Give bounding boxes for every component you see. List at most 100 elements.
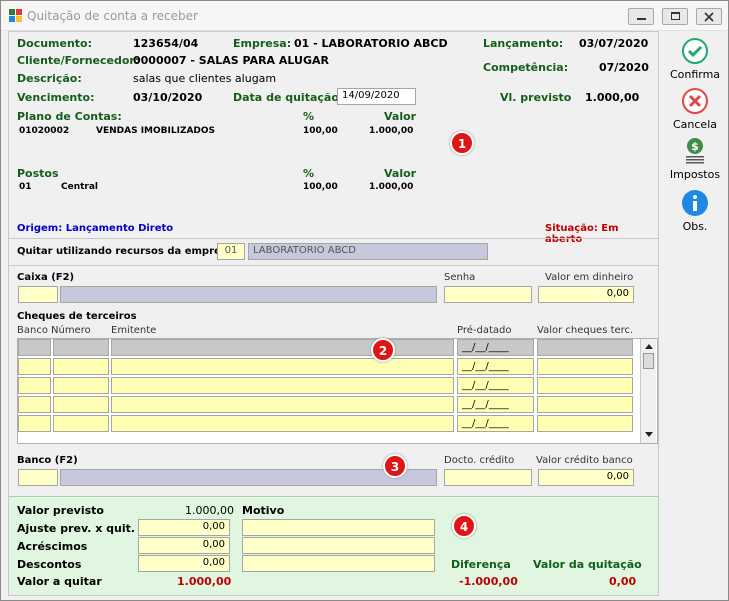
grid-cell[interactable]	[18, 358, 51, 375]
app-icon	[9, 9, 22, 22]
banco-name-field	[60, 469, 437, 486]
grid-cell-date[interactable]: __/__/____	[457, 339, 534, 356]
grid-cell[interactable]	[53, 339, 109, 356]
docto-credito-label: Docto. crédito	[444, 455, 515, 466]
grid-cell[interactable]	[18, 377, 51, 394]
caixa-label: Caixa (F2)	[17, 272, 75, 283]
cancela-label: Cancela	[672, 118, 717, 131]
grid-cell-date[interactable]: __/__/____	[457, 396, 534, 413]
grid-cell[interactable]	[53, 415, 109, 432]
documento-label: Documento:	[17, 37, 93, 50]
grid-cell[interactable]	[111, 396, 454, 413]
quitar-label: Quitar utilizando recursos da empresa:	[17, 246, 238, 257]
badge-4: 4	[452, 514, 476, 538]
competencia-label: Competência:	[483, 61, 569, 74]
grid-cell[interactable]	[537, 339, 633, 356]
descricao-value: salas que clientes alugam	[133, 72, 277, 85]
cliente-value: 0000007 - SALAS PARA ALUGAR	[133, 54, 329, 67]
quitar-code-field[interactable]: 01	[217, 243, 245, 260]
valor-dinheiro-field[interactable]: 0,00	[538, 286, 634, 303]
postos-pct: 100,00	[303, 182, 338, 192]
impostos-button[interactable]: $ Impostos	[663, 137, 727, 181]
svg-text:$: $	[691, 140, 699, 153]
valor-quitar-label: Valor a quitar	[17, 575, 102, 588]
plano-valor: 1.000,00	[369, 126, 414, 136]
scroll-down-icon[interactable]	[645, 432, 653, 438]
caixa-code-field[interactable]	[18, 286, 58, 303]
valor-quitacao-label: Valor da quitação	[533, 558, 642, 571]
motivo-label: Motivo	[242, 504, 285, 517]
grid-scrollbar[interactable]	[640, 339, 656, 443]
grid-cell[interactable]	[53, 396, 109, 413]
grid-cell[interactable]	[537, 377, 633, 394]
totals-panel: Valor previsto 1.000,00 Motivo Ajuste pr…	[9, 496, 658, 595]
motivo-descontos-field[interactable]	[242, 555, 435, 572]
grid-cell[interactable]	[111, 377, 454, 394]
col-emitente: Emitente	[111, 325, 157, 336]
acrescimos-field[interactable]: 0,00	[138, 537, 230, 554]
senha-field[interactable]	[444, 286, 532, 303]
grid-cell[interactable]	[18, 396, 51, 413]
grid-cell[interactable]	[537, 358, 633, 375]
maximize-icon	[671, 12, 680, 20]
confirma-button[interactable]: Confirma	[663, 37, 727, 81]
plano-name: VENDAS IMOBILIZADOS	[96, 126, 216, 136]
obs-label: Obs.	[682, 220, 708, 233]
grid-cell-date[interactable]: __/__/____	[457, 377, 534, 394]
minimize-icon	[637, 18, 646, 20]
ajuste-label: Ajuste prev. x quit.	[17, 522, 136, 535]
origem-text: Origem: Lançamento Direto	[17, 223, 174, 234]
plano-code: 01020002	[19, 126, 70, 136]
grid-cell-date[interactable]: __/__/____	[457, 415, 534, 432]
valor-quitacao-value: 0,00	[609, 575, 637, 588]
scroll-up-icon[interactable]	[645, 343, 653, 349]
motivo-acrescimos-field[interactable]	[242, 537, 435, 554]
col-banco: Banco	[17, 325, 48, 336]
maximize-button[interactable]	[662, 8, 688, 25]
divider	[9, 238, 658, 239]
close-icon	[704, 12, 714, 22]
vl-previsto-label: Vl. previsto	[500, 91, 572, 104]
grid-cell[interactable]	[537, 396, 633, 413]
money-icon: $	[686, 138, 704, 164]
cancela-button[interactable]: Cancela	[663, 87, 727, 131]
close-button[interactable]	[696, 8, 722, 25]
confirma-label: Confirma	[669, 68, 721, 81]
cliente-label: Cliente/Fornecedor:	[17, 54, 140, 67]
ajuste-field[interactable]: 0,00	[138, 519, 230, 536]
postos-valor: 1.000,00	[369, 182, 414, 192]
grid-cell[interactable]	[18, 415, 51, 432]
data-quitacao-label: Data de quitação:	[233, 91, 344, 104]
cheques-grid[interactable]: __/__/____ __/__/____ __/__/____ __/__/_…	[17, 338, 658, 444]
banco-label: Banco (F2)	[17, 455, 78, 466]
grid-cell-date[interactable]: __/__/____	[457, 358, 534, 375]
vencimento-value: 03/10/2020	[133, 91, 203, 104]
banco-code-field[interactable]	[18, 469, 58, 486]
grid-cell[interactable]	[18, 339, 51, 356]
descontos-field[interactable]: 0,00	[138, 555, 230, 572]
check-icon	[682, 38, 708, 64]
grid-cell[interactable]	[111, 358, 454, 375]
col-valor-cheques: Valor cheques terc.	[537, 325, 634, 336]
grid-cell[interactable]	[111, 415, 454, 432]
scroll-thumb[interactable]	[643, 353, 654, 369]
obs-button[interactable]: Obs.	[663, 189, 727, 233]
valor-credito-field[interactable]: 0,00	[538, 469, 634, 486]
diferenca-value: -1.000,00	[459, 575, 518, 588]
docto-credito-field[interactable]	[444, 469, 532, 486]
motivo-ajuste-field[interactable]	[242, 519, 435, 536]
cancel-icon	[682, 88, 708, 114]
col-numero: Número	[51, 325, 91, 336]
plano-label: Plano de Contas:	[17, 110, 122, 123]
grid-cell[interactable]	[53, 377, 109, 394]
title-bar: Quitação de conta a receber	[1, 1, 728, 31]
grid-cell[interactable]	[111, 339, 454, 356]
senha-label: Senha	[444, 272, 476, 283]
grid-cell[interactable]	[53, 358, 109, 375]
minimize-button[interactable]	[628, 8, 654, 25]
data-quitacao-input[interactable]: 14/09/2020	[337, 88, 416, 105]
postos-pct-header: %	[303, 167, 315, 180]
empresa-value: 01 - LABORATORIO ABCD	[294, 37, 448, 50]
grid-cell[interactable]	[537, 415, 633, 432]
form-panel: Documento: 123654/04 Empresa: 01 - LABOR…	[8, 31, 659, 596]
